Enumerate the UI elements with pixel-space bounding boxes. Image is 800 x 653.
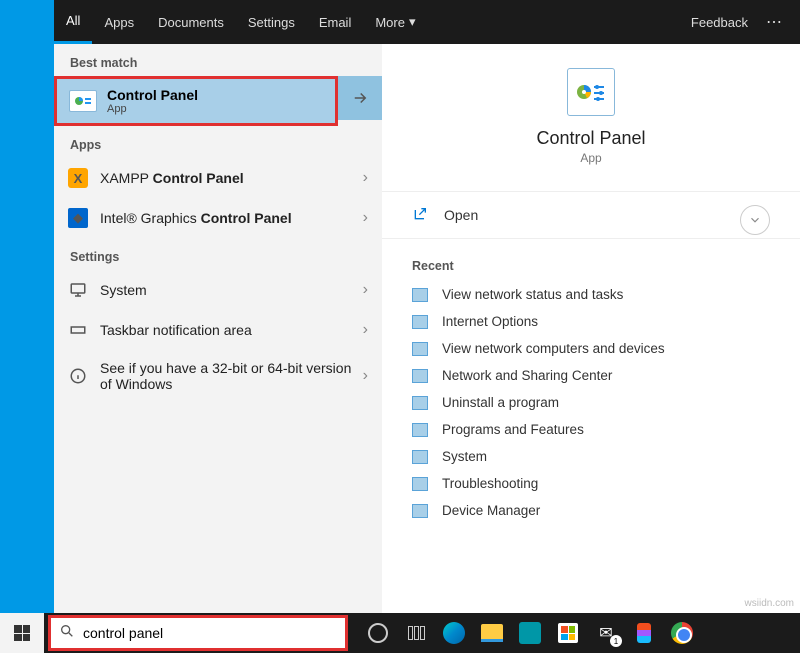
setting-label: See if you have a 32-bit or 64-bit versi… xyxy=(100,360,363,392)
best-match-sub: App xyxy=(107,103,198,115)
tab-apps[interactable]: Apps xyxy=(92,0,146,44)
chevron-right-icon: › xyxy=(363,209,368,227)
recent-item[interactable]: View network computers and devices xyxy=(382,335,800,362)
app-label: Intel® Graphics Control Panel xyxy=(100,210,363,226)
cpl-icon xyxy=(412,504,428,518)
chevron-right-icon: › xyxy=(363,169,368,187)
cpl-icon xyxy=(412,396,428,410)
setting-label: Taskbar notification area xyxy=(100,322,363,338)
cpl-icon xyxy=(412,423,428,437)
best-match-label: Best match xyxy=(54,44,382,76)
setting-bitness[interactable]: See if you have a 32-bit or 64-bit versi… xyxy=(54,350,382,402)
tab-settings[interactable]: Settings xyxy=(236,0,307,44)
taskbar: ✉1 xyxy=(0,613,800,653)
search-icon xyxy=(59,623,75,644)
recent-item[interactable]: Programs and Features xyxy=(382,416,800,443)
intel-icon: ◆ xyxy=(68,208,88,228)
best-match-result[interactable]: Control Panel App xyxy=(54,76,338,126)
taskbar-icon xyxy=(68,320,88,340)
xampp-icon: X xyxy=(68,168,88,188)
search-input[interactable] xyxy=(83,625,337,641)
setting-taskbar[interactable]: Taskbar notification area › xyxy=(54,310,382,350)
search-panel: Best match Control Panel App Apps X XAMP… xyxy=(0,44,800,613)
recent-item[interactable]: Device Manager xyxy=(382,497,800,524)
settings-section-label: Settings xyxy=(54,238,382,270)
open-icon xyxy=(412,206,430,224)
monitor-icon xyxy=(68,280,88,300)
apps-section-label: Apps xyxy=(54,126,382,158)
info-icon xyxy=(68,366,88,386)
cpl-icon xyxy=(412,342,428,356)
recent-item[interactable]: System xyxy=(382,443,800,470)
recent-item[interactable]: Internet Options xyxy=(382,308,800,335)
setting-label: System xyxy=(100,282,363,298)
cpl-icon xyxy=(412,369,428,383)
windows-logo-icon xyxy=(14,625,30,641)
app-result-xampp[interactable]: X XAMPP Control Panel › xyxy=(54,158,382,198)
open-arrow-button[interactable] xyxy=(338,76,382,120)
cpl-icon xyxy=(412,288,428,302)
setting-system[interactable]: System › xyxy=(54,270,382,310)
watermark: wsiidn.com xyxy=(745,598,794,609)
tab-more-label: More xyxy=(375,15,405,30)
recent-label: Recent xyxy=(382,239,800,281)
detail-sub: App xyxy=(580,151,601,165)
recent-item[interactable]: Uninstall a program xyxy=(382,389,800,416)
app-label: XAMPP Control Panel xyxy=(100,170,363,186)
cpl-icon xyxy=(412,450,428,464)
chevron-right-icon: › xyxy=(363,367,368,385)
chevron-right-icon: › xyxy=(363,321,368,339)
recent-item[interactable]: Network and Sharing Center xyxy=(382,362,800,389)
detail-title: Control Panel xyxy=(536,128,645,149)
results-pane: Best match Control Panel App Apps X XAMP… xyxy=(54,44,382,613)
edge-icon[interactable] xyxy=(442,621,466,645)
tab-more[interactable]: More ▾ xyxy=(363,0,427,44)
cortana-icon[interactable] xyxy=(366,621,390,645)
open-action[interactable]: Open xyxy=(382,191,800,239)
ms-store-icon[interactable] xyxy=(556,621,580,645)
control-panel-icon xyxy=(69,90,97,112)
feedback-link[interactable]: Feedback xyxy=(691,15,748,30)
app-teal-icon[interactable] xyxy=(518,621,542,645)
detail-pane: Control Panel App Open Recent View netwo… xyxy=(382,44,800,613)
expand-toggle[interactable] xyxy=(740,205,770,235)
recent-list: View network status and tasks Internet O… xyxy=(382,281,800,524)
chevron-right-icon: › xyxy=(363,281,368,299)
taskbar-search[interactable] xyxy=(48,615,348,651)
tab-documents[interactable]: Documents xyxy=(146,0,236,44)
recent-item[interactable]: Troubleshooting xyxy=(382,470,800,497)
chrome-icon[interactable] xyxy=(670,621,694,645)
best-match-title: Control Panel xyxy=(107,87,198,103)
accent-strip xyxy=(0,0,54,44)
cpl-icon xyxy=(412,315,428,329)
tab-all[interactable]: All xyxy=(54,0,92,44)
chevron-down-icon: ▾ xyxy=(409,14,416,30)
mail-icon[interactable]: ✉1 xyxy=(594,621,618,645)
mail-badge: 1 xyxy=(610,635,622,647)
task-view-icon[interactable] xyxy=(404,621,428,645)
control-panel-large-icon xyxy=(567,68,615,116)
file-explorer-icon[interactable] xyxy=(480,621,504,645)
recent-item[interactable]: View network status and tasks xyxy=(382,281,800,308)
tab-email[interactable]: Email xyxy=(307,0,364,44)
side-accent xyxy=(0,44,54,613)
more-options-icon[interactable]: ⋯ xyxy=(766,12,784,32)
figma-icon[interactable] xyxy=(632,621,656,645)
app-result-intel[interactable]: ◆ Intel® Graphics Control Panel › xyxy=(54,198,382,238)
search-filter-tabs: All Apps Documents Settings Email More ▾… xyxy=(0,0,800,44)
open-label: Open xyxy=(444,207,478,223)
cpl-icon xyxy=(412,477,428,491)
start-button[interactable] xyxy=(0,613,44,653)
